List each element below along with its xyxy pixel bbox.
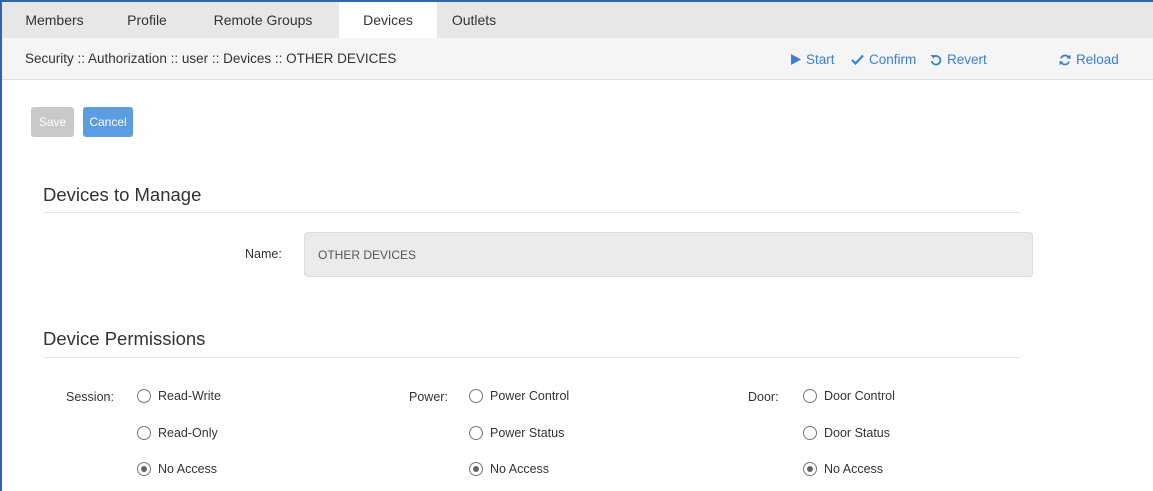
power-control-radio[interactable]: Power Control: [469, 389, 569, 403]
reload-button[interactable]: Reload: [1059, 52, 1119, 67]
section-divider: [43, 212, 1021, 213]
confirm-label: Confirm: [869, 52, 917, 67]
revert-label: Revert: [947, 52, 987, 67]
door-control-radio[interactable]: Door Control: [803, 389, 895, 403]
tab-bar: Members Profile Remote Groups Devices Ou…: [2, 2, 1153, 38]
cancel-button[interactable]: Cancel: [83, 107, 133, 137]
reload-label: Reload: [1076, 52, 1119, 67]
power-no-access-radio[interactable]: No Access: [469, 462, 549, 476]
play-icon: [791, 54, 801, 65]
power-label: Power:: [409, 390, 448, 404]
devices-to-manage-heading: Devices to Manage: [43, 184, 202, 205]
save-button[interactable]: Save: [31, 107, 74, 137]
start-button[interactable]: Start: [791, 52, 835, 67]
tab-outlets[interactable]: Outlets: [437, 2, 511, 38]
session-read-write-radio[interactable]: Read-Write: [137, 389, 221, 403]
radio-label: No Access: [824, 462, 884, 476]
door-no-access-radio[interactable]: No Access: [803, 462, 883, 476]
revert-button[interactable]: Revert: [930, 52, 987, 67]
radio-circle: [469, 426, 483, 440]
radio-label: Power Status: [490, 426, 565, 440]
session-read-only-radio[interactable]: Read-Only: [137, 426, 218, 440]
tab-profile[interactable]: Profile: [107, 2, 187, 38]
breadcrumb: Security :: Authorization :: user :: Dev…: [25, 51, 397, 66]
refresh-icon: [1059, 54, 1071, 65]
start-label: Start: [806, 52, 835, 67]
name-field[interactable]: OTHER DEVICES: [304, 232, 1033, 277]
tab-devices[interactable]: Devices: [339, 2, 437, 38]
device-permissions-heading: Device Permissions: [43, 328, 206, 349]
door-label: Door:: [748, 390, 779, 404]
breadcrumb-bar: Security :: Authorization :: user :: Dev…: [2, 38, 1153, 80]
radio-circle: [137, 389, 151, 403]
radio-label: Read-Write: [158, 389, 221, 403]
confirm-button[interactable]: Confirm: [851, 52, 916, 67]
session-no-access-radio[interactable]: No Access: [137, 462, 217, 476]
radio-label: No Access: [158, 462, 218, 476]
radio-circle-selected: [469, 462, 483, 476]
radio-circle: [803, 389, 817, 403]
radio-label: No Access: [490, 462, 550, 476]
checkmark-icon: [851, 54, 864, 65]
radio-label: Door Control: [824, 389, 895, 403]
radio-circle: [137, 426, 151, 440]
name-label: Name:: [245, 247, 282, 261]
door-status-radio[interactable]: Door Status: [803, 426, 890, 440]
radio-circle: [469, 389, 483, 403]
undo-icon: [930, 54, 942, 65]
tab-members[interactable]: Members: [2, 2, 107, 38]
session-label: Session:: [66, 390, 114, 404]
radio-label: Read-Only: [158, 426, 218, 440]
section-divider: [43, 357, 1021, 358]
radio-label: Door Status: [824, 426, 891, 440]
radio-label: Power Control: [490, 389, 570, 403]
radio-circle: [803, 426, 817, 440]
tab-remote-groups[interactable]: Remote Groups: [187, 2, 339, 38]
radio-circle-selected: [803, 462, 817, 476]
radio-circle-selected: [137, 462, 151, 476]
power-status-radio[interactable]: Power Status: [469, 426, 564, 440]
